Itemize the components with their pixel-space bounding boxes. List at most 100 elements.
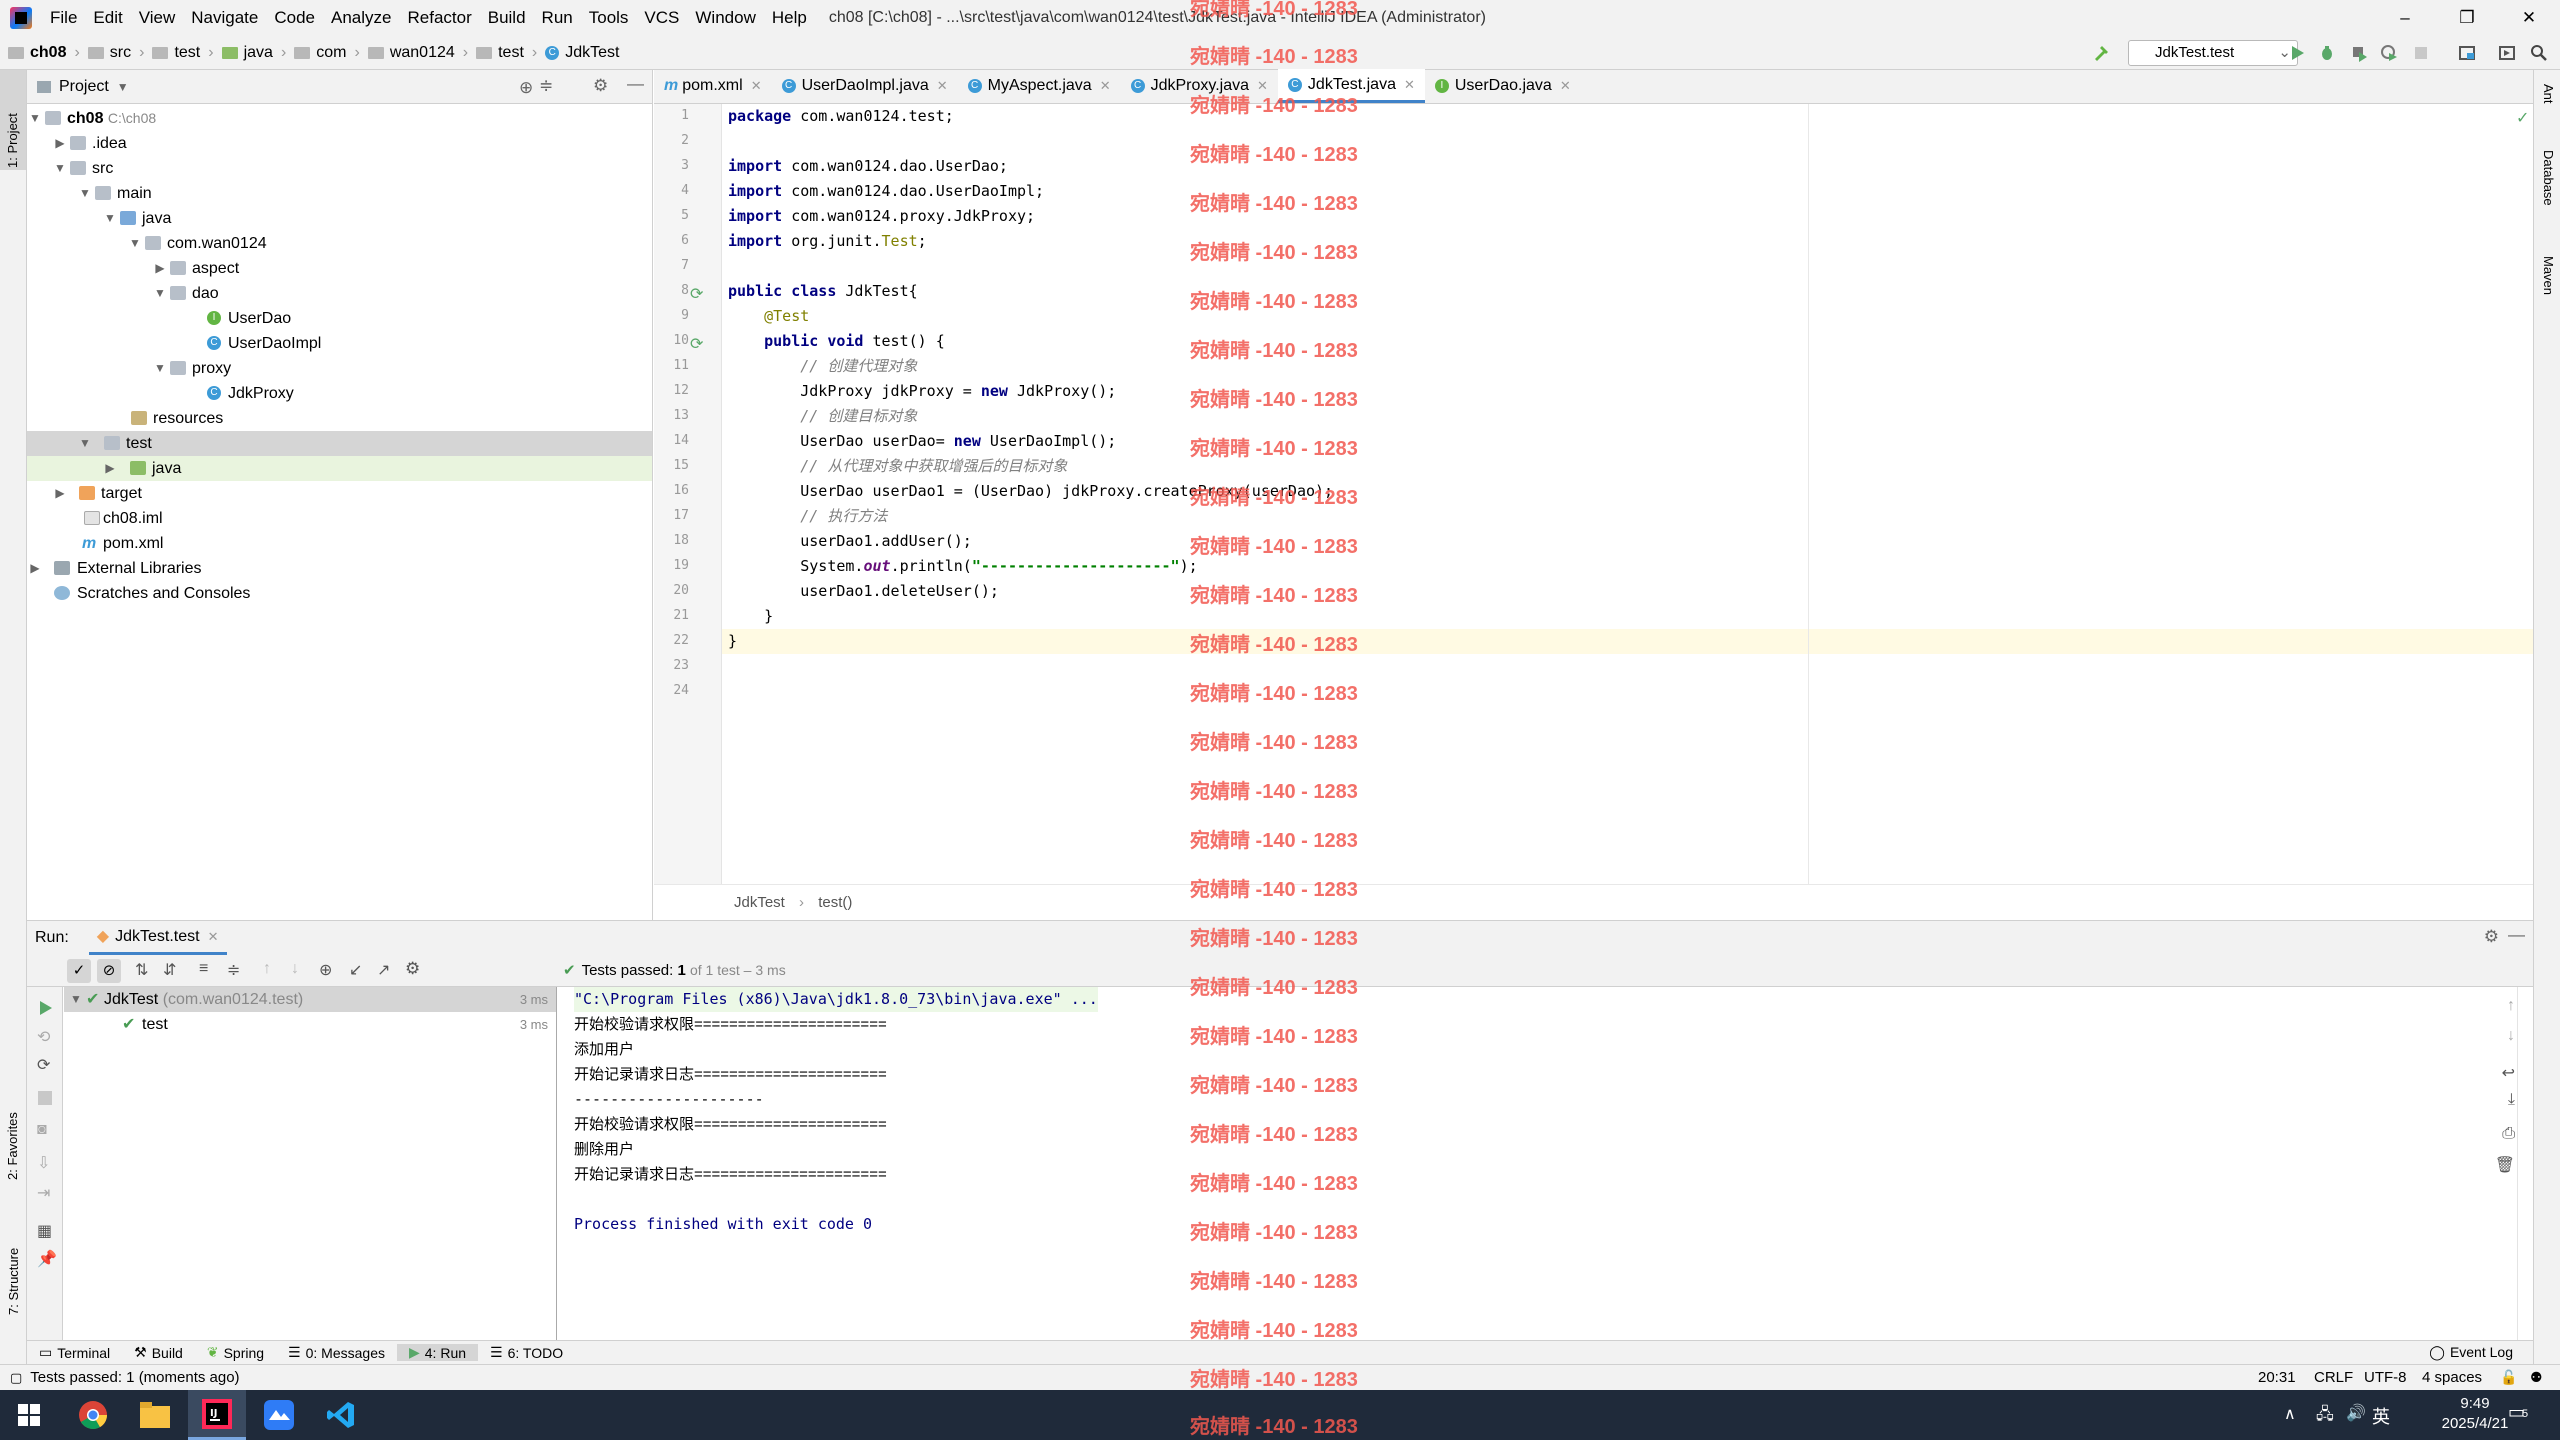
toggle-presentation-icon[interactable] <box>2498 44 2516 62</box>
close-tab-icon[interactable]: ✕ <box>208 921 219 952</box>
run-with-coverage-icon[interactable] <box>2350 44 2368 62</box>
layout-icon[interactable]: ▦ <box>37 1221 52 1241</box>
tree-item-userdao[interactable]: I UserDao <box>27 306 652 331</box>
tree-item-idea[interactable]: ▶ .idea <box>27 131 652 156</box>
gear-icon[interactable]: ⚙ <box>405 959 420 979</box>
tree-item-main[interactable]: ▼ main <box>27 181 652 206</box>
tree-item-proxy[interactable]: ▼ proxy <box>27 356 652 381</box>
collapse-all-icon[interactable]: ≑ <box>539 76 553 96</box>
database-tool-label[interactable]: Database <box>2541 150 2556 206</box>
breadcrumb-test[interactable]: test › <box>144 44 214 62</box>
taskbar-app[interactable] <box>250 1390 308 1440</box>
tool-tab-build[interactable]: ⚒ Build <box>122 1344 195 1361</box>
search-everywhere-icon[interactable] <box>2530 44 2548 62</box>
ant-tool-label[interactable]: Ant <box>2541 84 2556 104</box>
inspector-icon[interactable]: ⚉ <box>2530 1369 2543 1386</box>
close-tab-icon[interactable]: ✕ <box>1100 78 1111 94</box>
menu-analyze[interactable]: Analyze <box>323 0 399 36</box>
taskbar-vscode[interactable] <box>312 1390 370 1440</box>
menu-edit[interactable]: Edit <box>85 0 130 36</box>
tab-jdktest[interactable]: C JdkTest.java ✕ <box>1277 69 1425 103</box>
caret-position[interactable]: 20:31 <box>2258 1369 2296 1386</box>
collapse-all-icon[interactable]: ≑ <box>227 960 240 980</box>
tool-tab-terminal[interactable]: ▭ Terminal <box>27 1344 122 1361</box>
tray-chevron-up-icon[interactable]: ∧ <box>2284 1404 2296 1424</box>
tree-item-aspect[interactable]: ▶ aspect <box>27 256 652 281</box>
notification-center[interactable]: ▭ 5 <box>2508 1402 2534 1426</box>
menu-code[interactable]: Code <box>266 0 323 36</box>
breadcrumb-java[interactable]: java › <box>214 44 286 62</box>
menu-view[interactable]: View <box>131 0 184 36</box>
tree-item-com-wan0124[interactable]: ▼ com.wan0124 <box>27 231 652 256</box>
menu-window[interactable]: Window <box>687 0 763 36</box>
console-output[interactable]: "C:\Program Files (x86)\Java\jdk1.8.0_73… <box>558 987 2518 1341</box>
build-hammer-icon[interactable] <box>2092 44 2110 62</box>
breadcrumb-com[interactable]: com › <box>286 44 360 62</box>
start-button[interactable] <box>0 1390 58 1440</box>
minimize-button[interactable]: – <box>2374 0 2436 36</box>
chevron-down-icon[interactable]: ▼ <box>117 80 129 94</box>
test-suite-row[interactable]: ▼ ✔ JdkTest (com.wan0124.test) 3 ms <box>64 987 556 1012</box>
soft-wrap-icon[interactable]: ↩ <box>2502 1063 2515 1083</box>
run-tab[interactable]: ◆ JdkTest.test ✕ <box>88 921 227 955</box>
indent-setting[interactable]: 4 spaces <box>2422 1369 2482 1386</box>
menu-run[interactable]: Run <box>534 0 581 36</box>
tree-item-dao[interactable]: ▼ dao <box>27 281 652 306</box>
menu-vcs[interactable]: VCS <box>636 0 687 36</box>
file-encoding[interactable]: UTF-8 <box>2364 1369 2407 1386</box>
tool-tab-run[interactable]: ▶ 4: Run <box>396 1344 479 1361</box>
pin-icon[interactable]: 📌 <box>37 1249 57 1269</box>
tree-item-target[interactable]: ▶ target <box>27 481 652 506</box>
run-icon[interactable] <box>2288 44 2306 62</box>
tool-tab-spring[interactable]: ❦ Spring <box>195 1344 276 1361</box>
close-tab-icon[interactable]: ✕ <box>1257 78 1268 94</box>
favorites-tool-label[interactable]: 2: Favorites <box>5 1112 20 1180</box>
trash-icon[interactable]: 🗑 <box>2495 1155 2515 1175</box>
run-test-class-gutter-icon[interactable]: ⟳ <box>690 284 703 304</box>
tree-item-src[interactable]: ▼ src <box>27 156 652 181</box>
menu-refactor[interactable]: Refactor <box>399 0 479 36</box>
hide-panel-icon[interactable]: — <box>627 74 644 94</box>
editor-crumb-class[interactable]: JdkTest <box>734 894 785 911</box>
close-tab-icon[interactable]: ✕ <box>1404 77 1415 93</box>
network-icon[interactable]: 🖧 <box>2316 1403 2334 1430</box>
close-tab-icon[interactable]: ✕ <box>751 78 762 94</box>
hide-panel-icon[interactable]: — <box>2508 925 2525 945</box>
print-icon[interactable]: ⎙ <box>2502 1125 2515 1143</box>
dump-threads-icon[interactable]: ⇩ <box>37 1153 50 1173</box>
structure-tool-label[interactable]: 7: Structure <box>6 1248 21 1315</box>
tree-item-resources[interactable]: resources <box>27 406 652 431</box>
tool-tab-todo[interactable]: ☰ 6: TODO <box>478 1344 575 1361</box>
stop-icon[interactable] <box>38 1091 52 1105</box>
locate-file-icon[interactable]: ⊕ <box>519 78 533 98</box>
close-tab-icon[interactable]: ✕ <box>937 78 948 94</box>
tree-item-test[interactable]: ▼ test <box>27 431 652 456</box>
show-passed-icon[interactable]: ✓ <box>67 959 91 983</box>
scroll-up-icon[interactable]: ↑ <box>2507 997 2515 1015</box>
sort-alpha-icon[interactable]: ⇅ <box>135 960 148 980</box>
menu-file[interactable]: File <box>42 0 85 36</box>
tree-item-scratches[interactable]: Scratches and Consoles <box>27 581 652 606</box>
breadcrumb-jdktest[interactable]: C JdkTest <box>537 44 619 62</box>
restore-button[interactable]: ❐ <box>2436 0 2498 36</box>
maven-tool-label[interactable]: Maven <box>2541 256 2556 295</box>
project-view-title[interactable]: Project <box>59 78 109 96</box>
lock-icon[interactable]: 🔓 <box>2500 1369 2517 1386</box>
import-tests-icon[interactable]: ↙ <box>349 960 362 980</box>
profiler-icon[interactable] <box>2380 44 2398 62</box>
debug-icon[interactable] <box>2318 44 2336 62</box>
editor-crumb-method[interactable]: test() <box>818 894 852 911</box>
gear-icon[interactable]: ⚙ <box>593 76 608 96</box>
tree-item-external-libraries[interactable]: ▶ External Libraries <box>27 556 652 581</box>
camera-icon[interactable]: ◙ <box>37 1121 47 1139</box>
previous-failed-icon[interactable]: ↑ <box>263 960 271 978</box>
show-ignored-icon[interactable]: ⊘ <box>97 959 121 983</box>
breadcrumb-test-pkg[interactable]: test › <box>468 44 537 62</box>
project-structure-icon[interactable] <box>2458 44 2476 62</box>
close-tab-icon[interactable]: ✕ <box>1560 78 1571 94</box>
export-tests-icon[interactable]: ↗ <box>377 960 390 980</box>
scroll-to-end-icon[interactable]: ⤓ <box>2508 1091 2515 1109</box>
run-configuration-select[interactable]: JdkTest.test ⌄ <box>2128 40 2298 66</box>
menu-help[interactable]: Help <box>764 0 815 36</box>
run-test-method-gutter-icon[interactable]: ⟳ <box>690 334 703 354</box>
